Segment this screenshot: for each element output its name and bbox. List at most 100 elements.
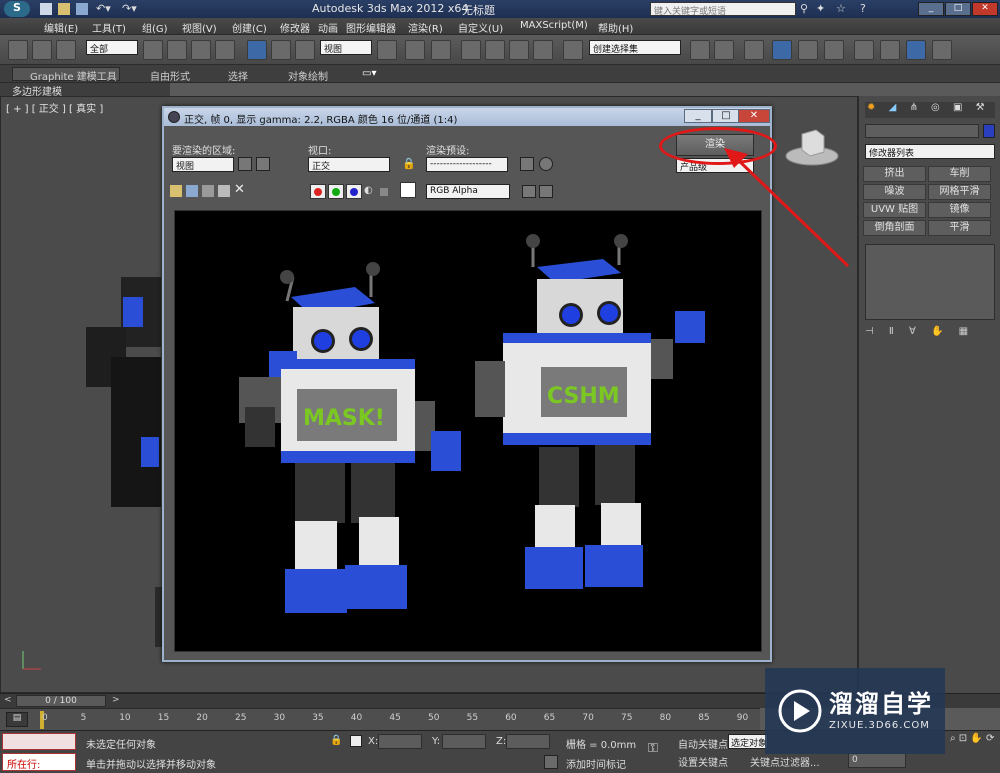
red-channel-button[interactable] [310,184,326,199]
star-icon[interactable]: ☆ [836,2,846,15]
zoom-icon[interactable]: ⌕ [950,733,956,744]
clone-window-icon[interactable] [202,185,214,197]
bind-spacewarp-icon[interactable] [56,40,76,60]
viewport-dropdown[interactable]: 正交 [308,157,390,172]
open-file-icon[interactable] [58,3,70,15]
viewport-label[interactable]: [ + ] [ 正交 ] [ 真实 ] [6,100,103,115]
maxscript-listener-mini[interactable] [2,733,76,750]
pan-icon[interactable]: ✋ [970,733,982,744]
edit-region-icon[interactable] [238,157,252,171]
select-object-icon[interactable] [143,40,163,60]
slider-next-icon[interactable]: > [112,695,120,705]
menu-group[interactable]: 组(G) [142,20,168,35]
percent-snap-icon[interactable] [509,40,529,60]
layer-manager-icon[interactable] [744,40,764,60]
mirror-button[interactable]: 镜像 [928,202,991,218]
toggle-ui-icon[interactable] [522,185,536,198]
minimize-app-button[interactable]: _ [918,2,944,16]
add-time-tag[interactable]: 添加时间标记 [566,756,626,771]
running-label[interactable]: 所在行: [2,753,76,771]
render-window-close-button[interactable]: ✕ [738,109,770,123]
menu-rendering[interactable]: 渲染(R) [408,20,443,35]
key-filters-button[interactable]: 关键点过滤器... [750,754,820,769]
slider-prev-icon[interactable]: < [4,695,12,705]
rect-selection-icon[interactable] [191,40,211,60]
swatch-box[interactable] [400,182,416,198]
graphite-toggle-icon[interactable] [772,40,792,60]
lathe-button[interactable]: 车削 [928,166,991,182]
copy-image-icon[interactable] [186,185,198,197]
help-icon[interactable]: ? [860,2,866,15]
modify-tab-icon[interactable]: ◢ [889,102,897,113]
maximize-app-button[interactable]: □ [945,2,971,16]
render-production-icon[interactable] [932,40,952,60]
noise-button[interactable]: 噪波 [863,184,926,200]
create-tab-icon[interactable]: ✹ [867,102,875,113]
object-name-field[interactable] [865,124,979,138]
undo-icon[interactable]: ↶▾ [96,2,111,15]
lock-viewport-icon[interactable]: 🔒 [402,157,416,170]
select-manipulate-icon[interactable] [405,40,425,60]
render-window-minimize-button[interactable]: _ [684,109,712,123]
select-move-icon[interactable] [247,40,267,60]
green-channel-button[interactable] [328,184,344,199]
menu-maxscript[interactable]: MAXScript(M) [520,20,588,31]
menu-create[interactable]: 创建(C) [232,20,267,35]
set-key-button[interactable]: 设置关键点 [678,754,728,769]
zoom-extents-icon[interactable]: ⊡ [959,733,967,744]
extrude-button[interactable]: 挤出 [863,166,926,182]
smooth-button[interactable]: 平滑 [928,220,991,236]
area-to-render-dropdown[interactable]: 视图 [172,157,234,172]
track-bar[interactable]: ▤ 0 5 10 15 20 25 30 35 40 45 50 55 60 65 70 75 80 85 90 [0,708,760,730]
key-mode-dropdown[interactable]: 选定对象 [728,734,768,749]
menu-animation[interactable]: 动画 [318,20,338,35]
motion-tab-icon[interactable]: ◎ [931,102,940,113]
key-icon[interactable]: ⚿ [648,741,658,756]
utilities-tab-icon[interactable]: ⚒ [976,102,985,113]
current-frame-field[interactable]: 0 [848,753,906,768]
menu-modifiers[interactable]: 修改器 [280,20,310,35]
object-color-swatch[interactable] [983,124,995,138]
selection-filter-dropdown[interactable]: 全部 [86,40,138,55]
select-rotate-icon[interactable] [271,40,291,60]
modifier-list-dropdown[interactable]: 修改器列表 [865,144,995,159]
menu-help[interactable]: 帮助(H) [598,20,633,35]
blue-channel-button[interactable] [346,184,362,199]
tab-selection[interactable]: 选择 [228,68,248,83]
stack-controls-icons[interactable]: ⊣ Ⅱ ∀ ✋ ▦ [865,326,974,337]
window-crossing-icon[interactable] [215,40,235,60]
tools-icon[interactable]: ✦ [816,2,825,15]
named-selection-dropdown[interactable]: 创建选择集 [589,40,681,55]
spinner-snap-icon[interactable] [533,40,553,60]
angle-snap-icon[interactable] [485,40,505,60]
ref-coord-dropdown[interactable]: 视图 [320,40,372,55]
snaps-toggle-icon[interactable] [461,40,481,60]
menu-edit[interactable]: 编辑(E) [44,20,78,35]
mini-curve-icon[interactable]: ▤ [6,712,28,727]
keyboard-shortcut-icon[interactable] [431,40,451,60]
menu-customize[interactable]: 自定义(U) [458,20,503,35]
render-setup-small-icon[interactable] [520,157,534,171]
menu-graph-editors[interactable]: 图形编辑器 [346,20,396,35]
monochrome-icon[interactable] [380,188,388,196]
select-scale-icon[interactable] [295,40,315,60]
search-input[interactable]: 键入关键字或短语 [650,2,796,17]
link-icon[interactable] [8,40,28,60]
display-tab-icon[interactable]: ▣ [953,102,962,113]
modifier-stack[interactable] [865,244,995,320]
y-coordinate-field[interactable] [442,734,486,749]
bevel-profile-button[interactable]: 倒角剖面 [863,220,926,236]
save-image-icon[interactable] [170,185,182,197]
pivot-center-icon[interactable] [377,40,397,60]
render-window-maximize-button[interactable]: □ [712,109,740,123]
selection-lock-icon[interactable]: 🔒 [330,735,342,746]
toggle-overlay-icon[interactable] [539,185,553,198]
save-file-icon[interactable] [76,3,88,15]
tab-object-paint[interactable]: 对象绘制 [288,68,328,83]
mirror-icon[interactable] [690,40,710,60]
meshsmooth-button[interactable]: 网格平滑 [928,184,991,200]
x-coordinate-field[interactable] [378,734,422,749]
schematic-view-icon[interactable] [824,40,844,60]
search-icon[interactable]: ⚲ [800,2,808,15]
uvw-map-button[interactable]: UVW 贴图 [863,202,926,218]
